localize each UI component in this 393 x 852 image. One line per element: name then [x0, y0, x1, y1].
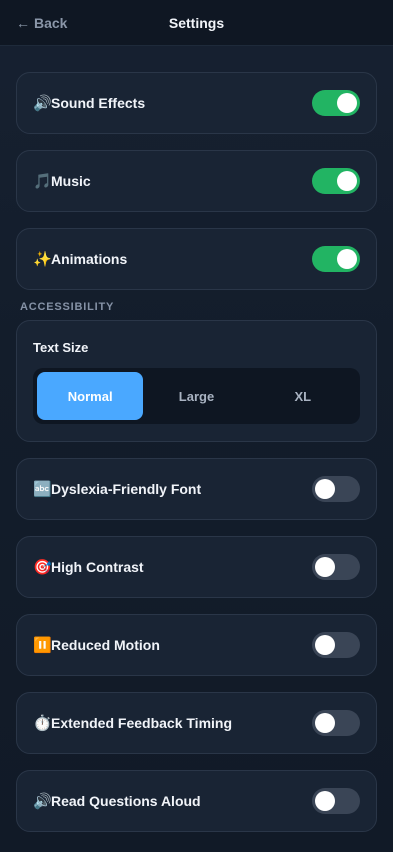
- toggle-knob: [315, 791, 335, 811]
- setting-row-dyslexia-friendly-font[interactable]: 🔤 Dyslexia-Friendly Font: [16, 458, 377, 520]
- toggle-switch-high-contrast[interactable]: [312, 554, 360, 580]
- text-size-option-normal[interactable]: Normal: [37, 372, 144, 420]
- setting-label-group: 🎵 Music: [33, 172, 91, 190]
- speaker-icon: 🔊: [33, 95, 52, 112]
- setting-row-high-contrast[interactable]: 🎯 High Contrast: [16, 536, 377, 598]
- text-size-option-large[interactable]: Large: [143, 372, 249, 420]
- abc-icon: 🔤: [33, 481, 52, 498]
- toggle-switch-animations[interactable]: [312, 246, 360, 272]
- arrow-left-icon: ←: [16, 15, 30, 31]
- setting-label: Read Questions Aloud: [51, 793, 201, 809]
- setting-label-group: ✨ Animations: [33, 250, 127, 268]
- setting-label-group: 🔊 Read Questions Aloud: [33, 792, 201, 810]
- setting-row-reduced-motion[interactable]: ⏸️ Reduced Motion: [16, 614, 377, 676]
- speaker-icon: 🔊: [33, 793, 52, 810]
- accessibility-settings-list: 🔤 Dyslexia-Friendly Font 🎯 High Contrast ⏸️ R…: [16, 458, 377, 832]
- setting-row-sound-effects[interactable]: 🔊 Sound Effects: [16, 72, 377, 134]
- toggle-switch-extended-feedback-timing[interactable]: [312, 710, 360, 736]
- setting-label: Dyslexia-Friendly Font: [51, 481, 202, 497]
- setting-label-group: ⏸️ Reduced Motion: [33, 636, 160, 654]
- toggle-knob: [315, 713, 335, 733]
- toggle-switch-dyslexia-friendly-font[interactable]: [312, 476, 360, 502]
- toggle-knob: [337, 93, 357, 113]
- section-label-accessibility: ACCESSIBILITY: [20, 301, 115, 313]
- toggle-knob: [337, 171, 357, 191]
- toggle-knob: [315, 479, 335, 499]
- toggle-switch-reduced-motion[interactable]: [312, 632, 360, 658]
- setting-row-extended-feedback-timing[interactable]: ⏱️ Extended Feedback Timing: [16, 692, 377, 754]
- text-size-title: Text Size: [33, 340, 89, 355]
- general-settings-list: 🔊 Sound Effects 🎵 Music ✨ Animations: [16, 72, 377, 290]
- text-size-option-xl[interactable]: XL: [250, 372, 356, 420]
- toggle-knob: [315, 635, 335, 655]
- settings-content: 🔊 Sound Effects 🎵 Music ✨ Animations ACCESSIB…: [0, 46, 393, 832]
- music-note-icon: 🎵: [33, 173, 52, 190]
- setting-label: Music: [51, 173, 91, 189]
- setting-label-group: 🔊 Sound Effects: [33, 94, 145, 112]
- target-icon: 🎯: [33, 559, 52, 576]
- setting-label: Sound Effects: [51, 95, 146, 111]
- setting-label-group: 🎯 High Contrast: [33, 558, 144, 576]
- toggle-switch-sound-effects[interactable]: [312, 90, 360, 116]
- setting-row-music[interactable]: 🎵 Music: [16, 150, 377, 212]
- setting-label-group: ⏱️ Extended Feedback Timing: [33, 714, 232, 732]
- setting-label: Animations: [51, 251, 128, 267]
- back-label: Back: [34, 15, 68, 31]
- back-button[interactable]: ← Back: [16, 0, 67, 46]
- setting-row-read-questions-aloud[interactable]: 🔊 Read Questions Aloud: [16, 770, 377, 832]
- text-size-card: Text Size Normal Large XL: [16, 320, 377, 442]
- toggle-switch-music[interactable]: [312, 168, 360, 194]
- stopwatch-icon: ⏱️: [33, 715, 52, 732]
- toggle-switch-read-questions-aloud[interactable]: [312, 788, 360, 814]
- page-title: Settings: [168, 14, 225, 31]
- text-size-segmented-control: Normal Large XL: [33, 368, 360, 424]
- setting-label: High Contrast: [51, 559, 144, 575]
- toggle-knob: [337, 249, 357, 269]
- setting-row-animations[interactable]: ✨ Animations: [16, 228, 377, 290]
- sparkles-icon: ✨: [33, 251, 52, 268]
- settings-screen: ← Back Settings 🔊 Sound Effects 🎵 Music ✨ Ani…: [0, 0, 393, 852]
- pause-icon: ⏸️: [33, 637, 52, 654]
- setting-label: Extended Feedback Timing: [51, 715, 233, 731]
- toggle-knob: [315, 557, 335, 577]
- setting-label: Reduced Motion: [51, 637, 160, 653]
- header-bar: ← Back Settings: [0, 0, 393, 46]
- setting-label-group: 🔤 Dyslexia-Friendly Font: [33, 480, 201, 498]
